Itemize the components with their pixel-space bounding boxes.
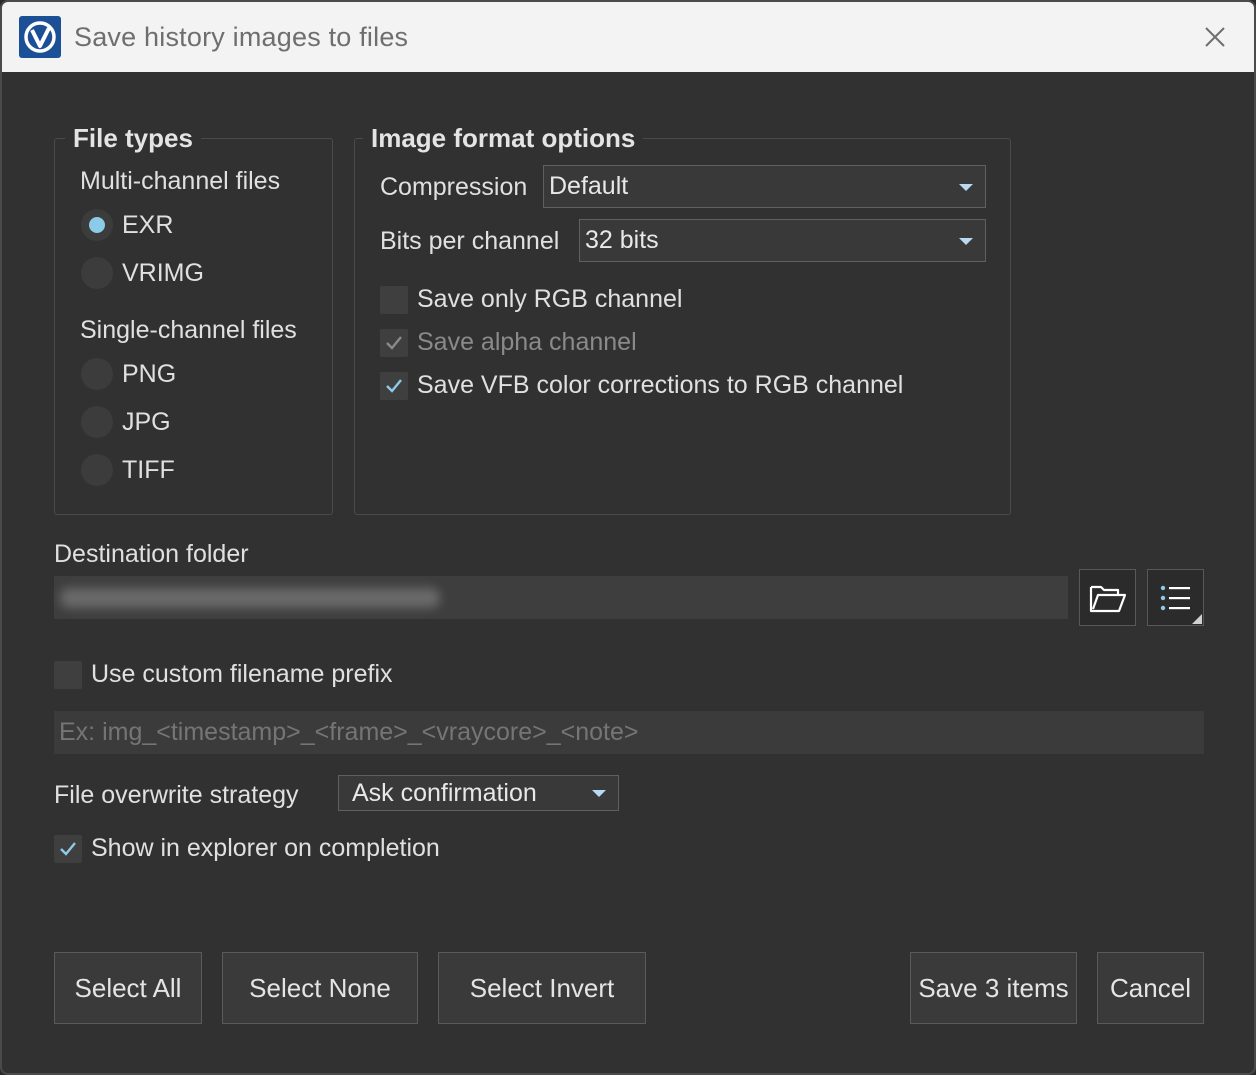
save-vfb-label: Save VFB color corrections to RGB channe… bbox=[417, 371, 904, 399]
chevron-down-icon bbox=[959, 237, 973, 245]
vray-logo-icon bbox=[19, 16, 61, 58]
radio-circle bbox=[81, 358, 113, 390]
cancel-button[interactable]: Cancel bbox=[1097, 952, 1204, 1024]
radio-circle bbox=[81, 209, 113, 241]
select-invert-button[interactable]: Select Invert bbox=[438, 952, 646, 1024]
checkbox-box bbox=[54, 834, 82, 863]
obscured-path bbox=[60, 588, 440, 608]
radio-png[interactable]: PNG bbox=[81, 358, 176, 390]
multi-channel-label: Multi-channel files bbox=[80, 167, 281, 195]
image-format-title: Image format options bbox=[363, 123, 644, 154]
save-alpha-checkbox[interactable]: Save alpha channel bbox=[380, 328, 637, 357]
show-in-explorer-checkbox[interactable]: Show in explorer on completion bbox=[54, 834, 440, 863]
corner-indicator-icon bbox=[1192, 614, 1202, 624]
radio-circle bbox=[81, 406, 113, 438]
radio-exr-label: EXR bbox=[122, 210, 174, 239]
overwrite-label: File overwrite strategy bbox=[54, 781, 299, 809]
radio-png-label: PNG bbox=[122, 359, 177, 388]
select-all-button[interactable]: Select All bbox=[54, 952, 202, 1024]
save-history-dialog: Save history images to files File types … bbox=[0, 0, 1256, 1075]
use-custom-prefix-checkbox[interactable]: Use custom filename prefix bbox=[54, 660, 393, 689]
checkmark-icon bbox=[386, 378, 402, 393]
compression-label: Compression bbox=[380, 173, 528, 201]
radio-exr[interactable]: EXR bbox=[81, 209, 173, 241]
radio-circle bbox=[81, 257, 113, 289]
checkbox-box bbox=[380, 285, 408, 314]
bits-label: Bits per channel bbox=[380, 227, 560, 255]
overwrite-select[interactable]: Ask confirmation bbox=[338, 775, 619, 811]
chevron-down-icon bbox=[959, 183, 973, 191]
save-button[interactable]: Save 3 items bbox=[910, 952, 1077, 1024]
checkbox-box bbox=[380, 328, 408, 357]
close-button[interactable] bbox=[1198, 20, 1232, 54]
chevron-down-icon bbox=[592, 790, 606, 797]
radio-vrimg-label: VRIMG bbox=[122, 258, 204, 287]
single-channel-label: Single-channel files bbox=[80, 316, 297, 344]
title-bar: Save history images to files bbox=[2, 2, 1254, 72]
filename-prefix-input[interactable] bbox=[54, 711, 1204, 754]
select-none-button[interactable]: Select None bbox=[222, 952, 418, 1024]
show-in-explorer-label: Show in explorer on completion bbox=[91, 834, 440, 862]
radio-tiff[interactable]: TIFF bbox=[81, 454, 175, 486]
bits-select[interactable]: 32 bits bbox=[579, 219, 986, 262]
save-rgb-only-checkbox[interactable]: Save only RGB channel bbox=[380, 285, 682, 314]
image-format-group: Image format options Compression Default… bbox=[354, 123, 1011, 515]
compression-value: Default bbox=[549, 172, 629, 200]
destination-label: Destination folder bbox=[54, 540, 249, 568]
save-vfb-checkbox[interactable]: Save VFB color corrections to RGB channe… bbox=[380, 371, 903, 400]
radio-jpg[interactable]: JPG bbox=[81, 406, 171, 438]
file-types-title: File types bbox=[65, 123, 201, 154]
browse-folder-button[interactable] bbox=[1079, 569, 1136, 626]
file-types-group: File types Multi-channel files EXR VRIMG… bbox=[54, 123, 333, 515]
window-title: Save history images to files bbox=[74, 22, 409, 52]
use-custom-prefix-label: Use custom filename prefix bbox=[91, 660, 393, 688]
folder-open-icon bbox=[1089, 585, 1126, 612]
recent-folders-button[interactable] bbox=[1147, 569, 1204, 626]
radio-jpg-label: JPG bbox=[122, 407, 171, 436]
bits-value: 32 bits bbox=[585, 226, 659, 254]
radio-circle bbox=[81, 454, 113, 486]
radio-vrimg[interactable]: VRIMG bbox=[81, 257, 204, 289]
overwrite-value: Ask confirmation bbox=[352, 778, 537, 807]
list-icon bbox=[1160, 585, 1190, 610]
radio-tiff-label: TIFF bbox=[122, 455, 175, 484]
checkbox-box bbox=[54, 660, 82, 689]
close-icon bbox=[1205, 27, 1225, 47]
checkmark-icon bbox=[60, 841, 76, 856]
save-rgb-only-label: Save only RGB channel bbox=[417, 285, 683, 313]
save-alpha-label: Save alpha channel bbox=[417, 328, 637, 356]
checkmark-icon bbox=[386, 335, 402, 350]
compression-select[interactable]: Default bbox=[543, 165, 986, 208]
destination-path-input[interactable] bbox=[54, 576, 1068, 619]
checkbox-box bbox=[380, 371, 408, 400]
